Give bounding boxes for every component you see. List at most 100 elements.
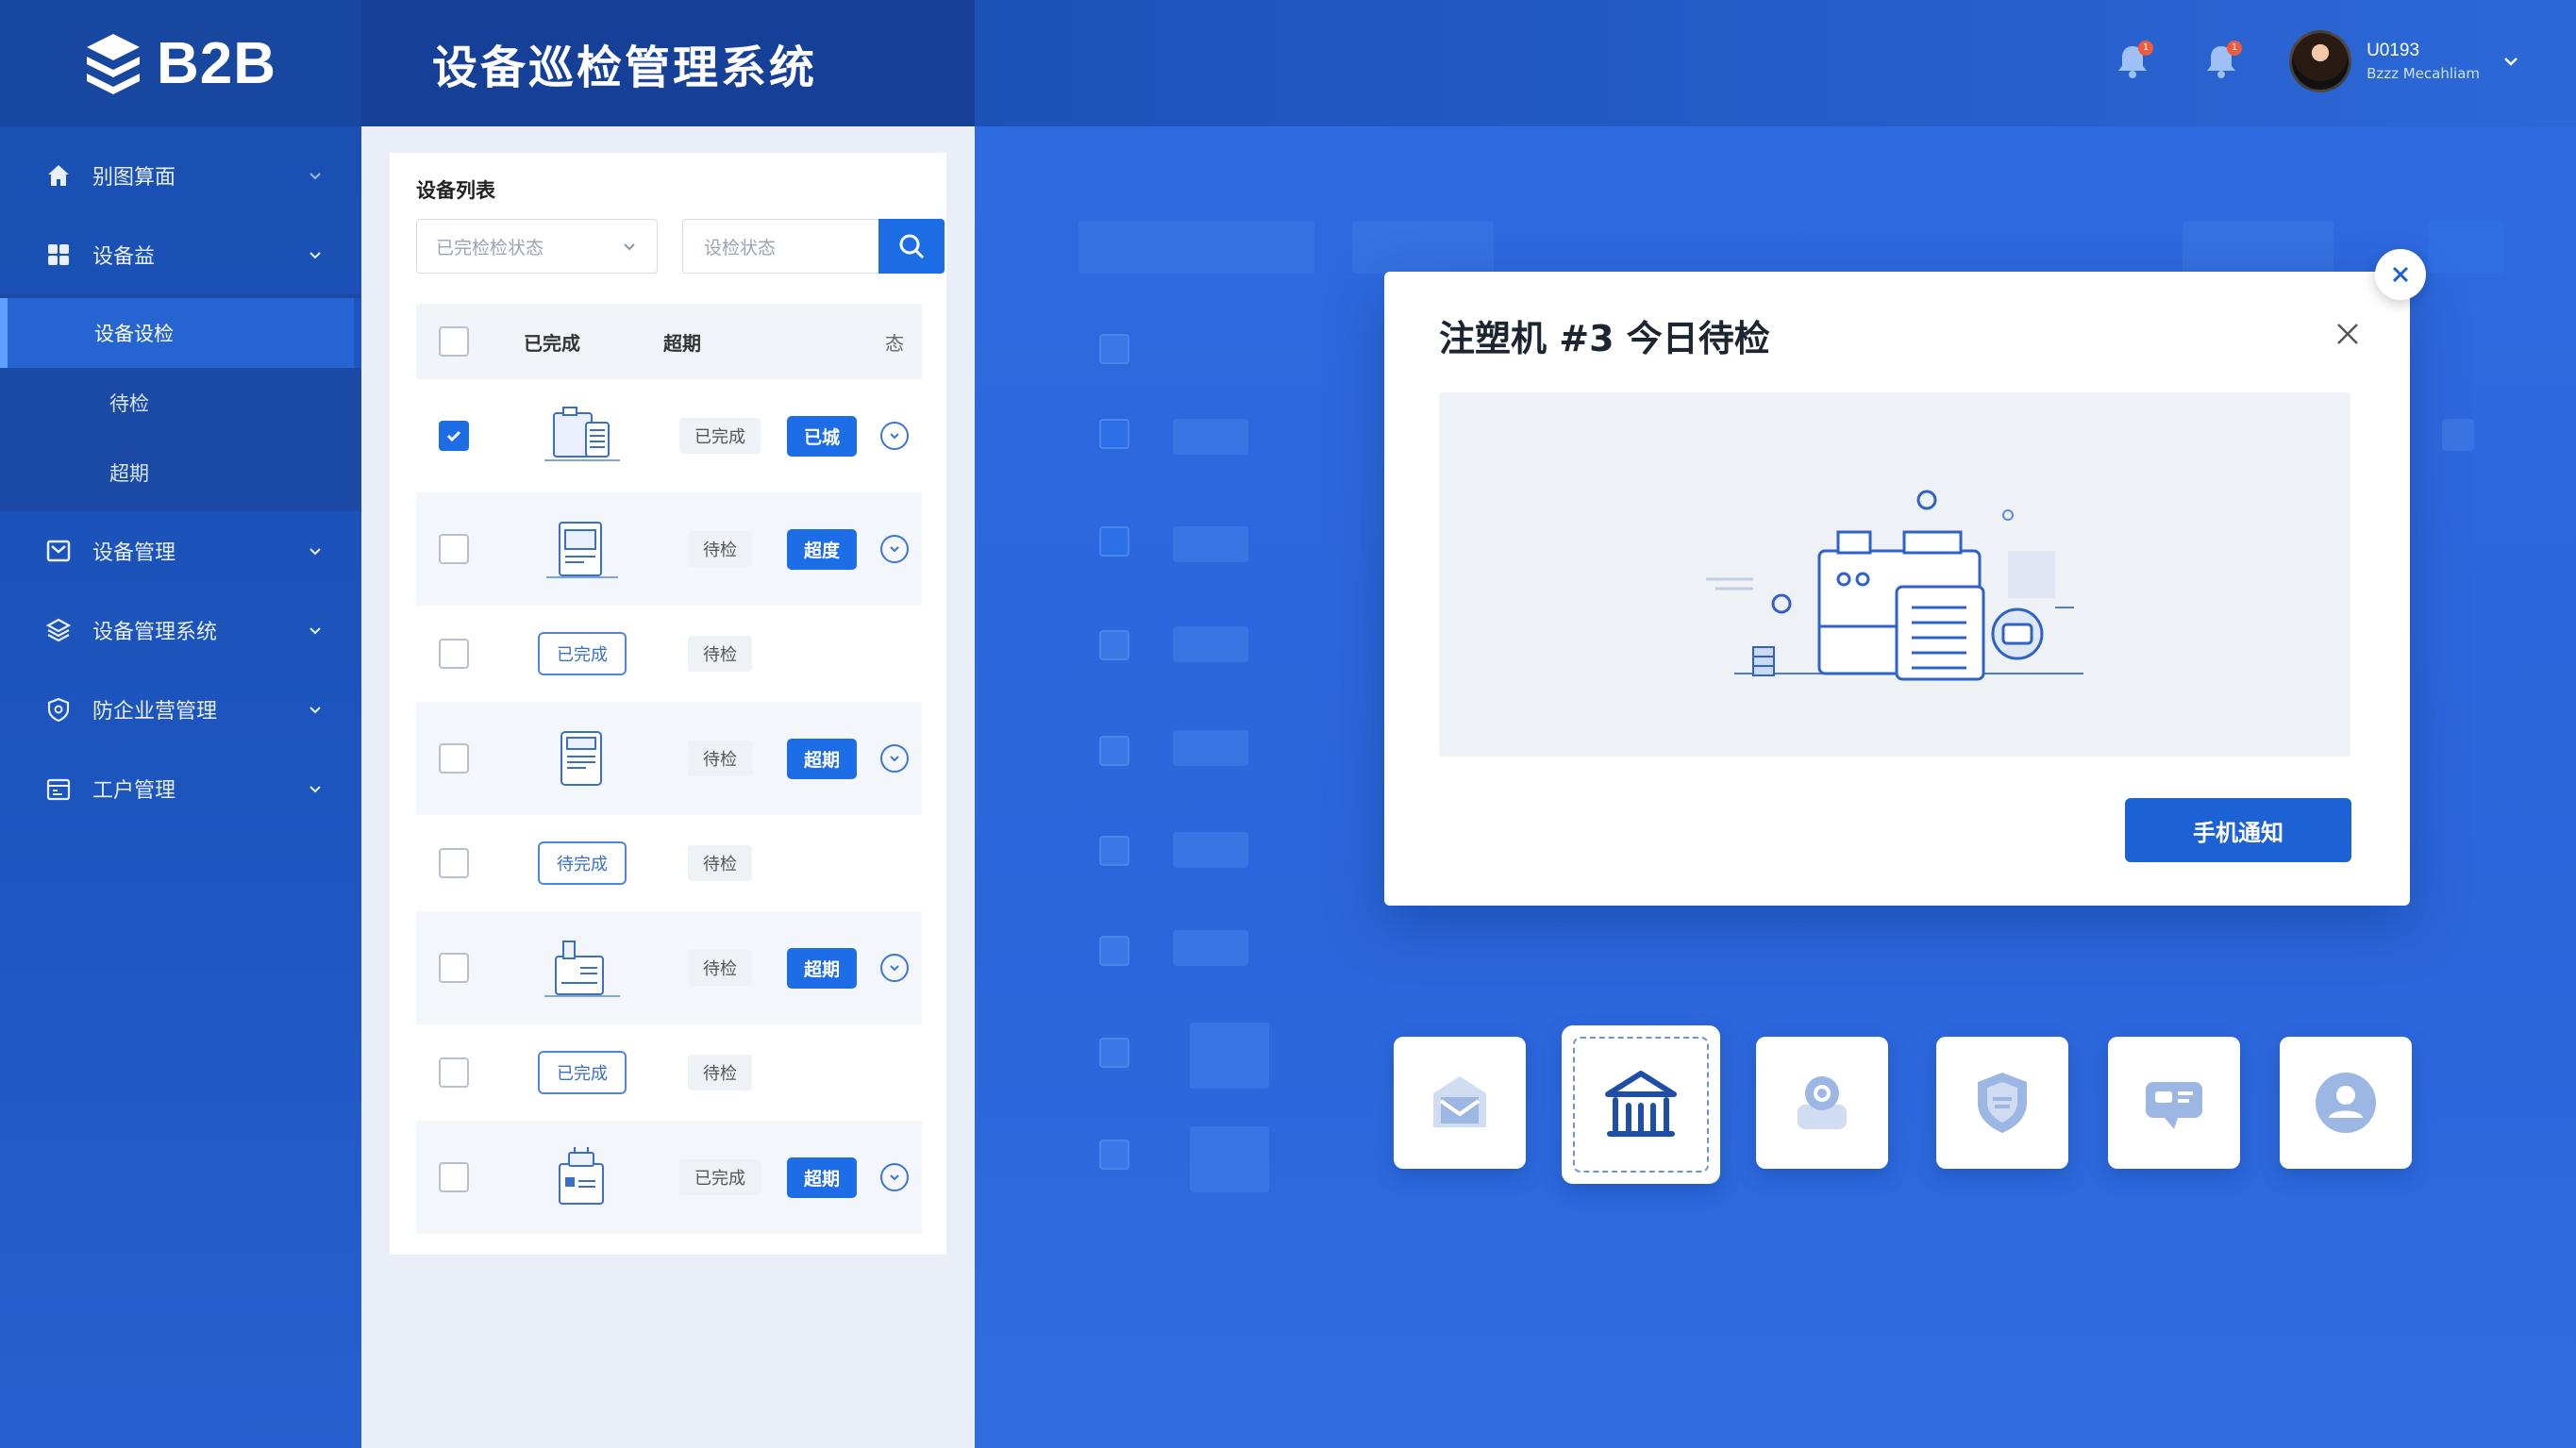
machine-thumbnail-icon [546,522,618,578]
tag-button[interactable]: 超期 [786,947,857,989]
close-modal-button[interactable] [2375,249,2426,300]
search-button[interactable] [878,219,945,274]
expand-icon[interactable] [880,422,909,450]
modal-title: 注塑机 #3 今日待检 [1439,318,1770,359]
sidebar-subitem-inspection[interactable]: 设备设检 [0,298,361,368]
sidebar-item-device-system[interactable]: 设备管理系统 [0,591,361,670]
ghost-checkbox [1099,630,1129,660]
table-row[interactable]: 待检 超期 [416,911,922,1024]
tile-shield[interactable] [1936,1037,2068,1169]
chevron-down-icon[interactable] [2501,51,2521,72]
sidebar-subitem-overdue[interactable]: 超期 [0,438,361,508]
row-checkbox[interactable] [439,421,469,451]
expand-icon[interactable] [880,535,909,563]
column-header: 已完成 [524,331,580,355]
ghost-checkbox [1099,736,1129,766]
sidebar-item-label: 设备益 [92,245,156,269]
expand-icon[interactable] [880,744,909,773]
machine-thumbnail-icon [560,731,602,786]
status-select-value: 已完检检状态 [436,237,544,258]
brand-name: B2B [156,30,277,96]
sidebar-subitem-pending[interactable]: 待检 [0,368,361,438]
tag-button[interactable]: 超度 [786,528,857,570]
check-icon [446,430,461,442]
close-icon[interactable] [2333,319,2363,349]
search-icon [899,234,925,259]
tile-location[interactable] [1756,1037,1888,1169]
filter-row: 已完检检状态 设检状态 [416,219,945,274]
table-row[interactable]: 已完成 超期 [416,1121,922,1234]
sidebar-item-label: 设备管理系统 [92,621,218,644]
search-placeholder: 设检状态 [704,237,777,258]
column-header: 态 [885,331,904,355]
list-panel: 设备列表 已完检检状态 设检状态 已完成 超期 态 已完成 已城 待检 超度 已… [361,126,975,1448]
mail-icon [1433,1076,1486,1127]
machine-thumbnail-icon [544,407,620,461]
header-actions: 1 1 U0193 Bzzz Mecahliam [2112,30,2521,92]
ghost-filter [1352,221,1494,274]
row-checkbox[interactable] [439,1162,469,1192]
notification-badge: 1 [2227,41,2243,56]
notification-bell-button[interactable]: 1 [2112,41,2154,82]
expand-icon[interactable] [880,1163,909,1191]
row-checkbox[interactable] [439,639,469,669]
table-row[interactable]: 待完成 待检 [416,815,922,911]
status-chip: 已完成 [679,1159,761,1195]
table-row[interactable]: 已完成 待检 [416,606,922,702]
ghost-cell [1173,930,1248,966]
tag-button[interactable]: 超期 [786,1157,857,1198]
status-chip: 待检 [688,741,752,776]
tag-button[interactable]: 已城 [786,415,857,457]
ghost-cell [1173,730,1248,766]
status-select[interactable]: 已完检检状态 [416,219,658,274]
tile-mail[interactable] [1394,1037,1526,1169]
sidebar-item-devices[interactable]: 设备益 [0,215,361,294]
row-checkbox[interactable] [439,1057,469,1088]
close-icon [2392,266,2409,283]
sidebar-item-workorder[interactable]: 工户管理 [0,749,361,828]
machine-thumbnail-icon [559,1147,604,1205]
row-checkbox[interactable] [439,534,469,564]
ghost-cell [1173,832,1248,868]
sidebar-item-device-management[interactable]: 设备管理 [0,511,361,591]
device-table: 已完成 超期 态 已完成 已城 待检 超度 已完成 待检 待检 超期 待完成 待… [416,304,922,1234]
logo[interactable]: B2B [0,0,361,126]
tile-user[interactable] [2280,1037,2412,1169]
tile-store[interactable] [1562,1025,1720,1184]
status-chip: 待检 [688,636,752,672]
user-info[interactable]: U0193 Bzzz Mecahliam [2367,41,2480,82]
ghost-checkbox [1099,836,1129,866]
sidebar-item-label: 设备管理 [92,541,176,565]
sidebar-item-home[interactable]: 别图算面 [0,136,361,215]
tile-chat[interactable] [2108,1037,2240,1169]
sidebar: B2B 别图算面 设备益 设备设检 待检 超期 设备管理 设备管理系统 防企业营… [0,0,361,1448]
status-chip: 待检 [688,845,752,881]
chevron-down-icon [309,252,321,259]
table-row[interactable]: 已完成 已城 [416,379,922,492]
ghost-cell [1173,419,1248,455]
tag-button[interactable]: 超期 [786,738,857,779]
ghost-cell [1173,526,1248,562]
ghost-cell [2442,419,2474,451]
notify-phone-button[interactable]: 手机通知 [2125,798,2351,862]
ghost-filter [1079,221,1314,274]
alert-bell-button[interactable]: 1 [2200,41,2243,82]
row-checkbox[interactable] [439,953,469,983]
chevron-down-icon [309,173,321,180]
table-row[interactable]: 已完成 待检 [416,1024,922,1121]
ghost-checkbox [1099,526,1129,557]
avatar[interactable] [2289,30,2352,92]
row-checkbox[interactable] [439,743,469,774]
shield-badge-icon [1978,1073,2027,1133]
search-input[interactable]: 设检状态 [682,219,878,274]
expand-icon[interactable] [880,954,909,982]
table-row[interactable]: 待检 超期 [416,702,922,815]
sidebar-subnav: 设备设检 待检 超期 [0,294,361,511]
completed-tag: 已完成 [538,632,627,675]
table-row[interactable]: 待检 超度 [416,492,922,606]
shield-icon [45,696,72,723]
select-all-checkbox[interactable] [439,326,469,357]
notification-badge: 1 [2138,41,2154,56]
sidebar-item-enterprise[interactable]: 防企业营管理 [0,670,361,749]
row-checkbox[interactable] [439,848,469,878]
